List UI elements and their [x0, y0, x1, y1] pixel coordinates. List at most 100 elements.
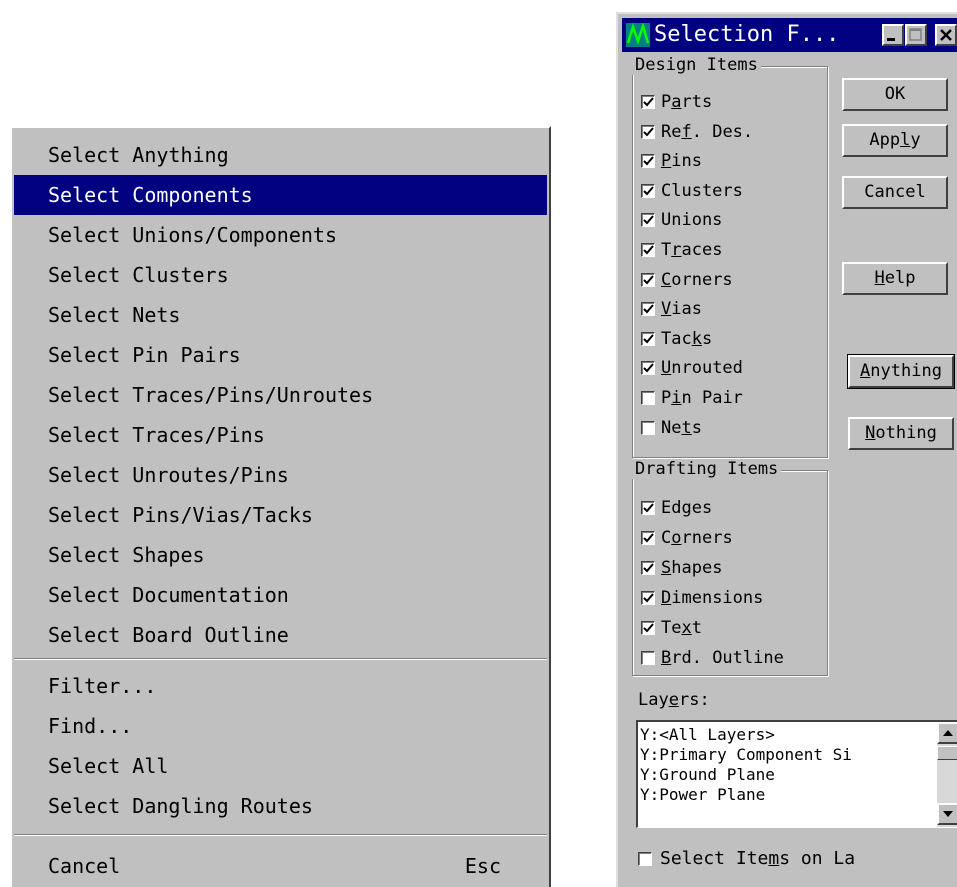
ok-button[interactable]: OK — [842, 78, 948, 111]
checkbox-label: Ref. Des. — [661, 121, 754, 142]
checkbox-label: Nets — [661, 417, 702, 438]
checkbox-label: Shapes — [661, 558, 723, 578]
menu-item-select-unroutes-pins[interactable]: Select Unroutes/Pins — [14, 455, 547, 495]
maximize-icon — [909, 28, 922, 41]
scroll-thumb[interactable] — [937, 746, 957, 760]
checkbox-label: Parts — [661, 92, 713, 112]
checkbox-box[interactable] — [638, 852, 652, 866]
menu-item-label: Select Board Outline — [48, 623, 289, 647]
checkbox-box[interactable] — [641, 243, 655, 257]
menu-item-label: Select Documentation — [48, 583, 289, 607]
arrow-down-icon — [943, 811, 953, 817]
layers-scrollbar[interactable] — [937, 722, 957, 827]
checkbox-label: Dimensions — [661, 588, 764, 608]
menu-item-label: Select All — [48, 754, 169, 778]
apply-button[interactable]: Apply — [842, 124, 948, 157]
checkbox-label: Vias — [661, 299, 702, 320]
menu-item-select-anything[interactable]: Select Anything — [14, 135, 547, 175]
anything-button[interactable]: Anything — [847, 354, 955, 389]
layer-list-item[interactable]: Y:<All Layers> — [640, 725, 775, 745]
close-button[interactable] — [935, 24, 957, 46]
menu-item-label: Select Traces/Pins — [48, 423, 265, 447]
checkbox-label: Pins — [661, 151, 702, 172]
menu-item-select-pin-pairs[interactable]: Select Pin Pairs — [14, 335, 547, 375]
menu-item-label: Filter... — [48, 674, 157, 698]
menu-item-select-traces-pins[interactable]: Select Traces/Pins — [14, 415, 547, 455]
nothing-button[interactable]: Nothing — [848, 417, 954, 450]
menu-item-select-unions-components[interactable]: Select Unions/Components — [14, 215, 547, 255]
checkmark-icon — [643, 304, 654, 314]
scroll-up-button[interactable] — [937, 722, 957, 744]
checkbox-box[interactable] — [641, 124, 655, 139]
checkbox-box[interactable] — [641, 561, 655, 575]
menu-item-select-all[interactable]: Select All — [14, 746, 547, 786]
scroll-down-button[interactable] — [937, 803, 957, 825]
checkbox-label: Pin Pair — [661, 388, 743, 408]
layers-listbox[interactable]: Y:<All Layers> Y:Primary Component Si Y:Gr… — [636, 720, 957, 828]
checkbox-box[interactable] — [641, 95, 655, 109]
checkmark-icon — [643, 126, 654, 137]
menu-item-filter[interactable]: Filter... — [14, 666, 547, 706]
selection-filter-dialog: Selection F... Design Items Parts Ref. De… — [616, 12, 957, 887]
menu-item-label: Select Anything — [48, 143, 229, 167]
checkmark-icon — [643, 593, 654, 603]
checkbox-box[interactable] — [641, 621, 655, 635]
menu-item-label: Select Clusters — [48, 263, 229, 287]
help-button[interactable]: Help — [842, 262, 948, 295]
menu-item-label: Select Components — [48, 183, 253, 207]
menu-item-select-dangling-routes[interactable]: Select Dangling Routes — [14, 786, 547, 826]
checkbox-box[interactable] — [641, 272, 655, 287]
menu-item-label: Select Dangling Routes — [48, 794, 313, 818]
checkmark-icon — [643, 533, 654, 543]
select-items-on-layer-label: Select Items on La — [660, 848, 856, 869]
minimize-button[interactable] — [882, 24, 904, 46]
menu-item-select-board-outline[interactable]: Select Board Outline — [14, 615, 547, 655]
checkbox-label: Traces — [661, 240, 723, 260]
maximize-button[interactable] — [905, 24, 927, 46]
layer-list-item[interactable]: Y:Primary Component Si — [640, 745, 852, 765]
menu-item-select-traces-pins-unroutes[interactable]: Select Traces/Pins/Unroutes — [14, 375, 547, 415]
menu-item-label: Find... — [48, 714, 133, 738]
menu-item-select-shapes[interactable]: Select Shapes — [14, 535, 547, 575]
checkbox-box[interactable] — [641, 591, 655, 605]
checkbox-box[interactable] — [641, 501, 655, 515]
checkbox-box[interactable] — [641, 361, 655, 376]
menu-item-select-components[interactable]: Select Components — [14, 175, 547, 215]
checkbox-label: Brd. Outline — [661, 648, 784, 668]
checkbox-box[interactable] — [641, 420, 655, 435]
design-items-group: Design Items Parts Ref. Des. Pins Clusters U… — [632, 55, 828, 458]
checkmark-icon — [643, 215, 654, 225]
menu-item-select-pins-vias-tacks[interactable]: Select Pins/Vias/Tacks — [14, 495, 547, 535]
checkmark-icon — [643, 503, 654, 513]
menu-item-select-nets[interactable]: Select Nets — [14, 295, 547, 335]
checkmark-icon — [643, 186, 654, 196]
checkmark-icon — [643, 363, 654, 373]
layer-list-item[interactable]: Y:Power Plane — [640, 785, 765, 805]
menu-item-label: Select Unroutes/Pins — [48, 463, 289, 487]
checkbox-box[interactable] — [641, 651, 655, 665]
checkmark-icon — [643, 563, 654, 573]
menu-item-select-documentation[interactable]: Select Documentation — [14, 575, 547, 615]
menu-item-select-clusters[interactable]: Select Clusters — [14, 255, 547, 295]
design-items-legend: Design Items — [632, 55, 761, 75]
dialog-title: Selection F... — [654, 22, 840, 47]
menu-item-label: Select Traces/Pins/Unroutes — [48, 383, 374, 407]
checkbox-box[interactable] — [641, 154, 655, 169]
layer-list-item[interactable]: Y:Ground Plane — [640, 765, 775, 785]
checkbox-label: Text — [661, 618, 702, 638]
checkbox-box[interactable] — [641, 302, 655, 317]
checkbox-box[interactable] — [641, 531, 655, 545]
menu-item-cancel[interactable]: Cancel Esc — [14, 846, 547, 886]
menu-item-find[interactable]: Find... — [14, 706, 547, 746]
checkbox-label: Corners — [661, 528, 733, 548]
checkbox-box[interactable] — [641, 391, 655, 405]
select-context-menu: Select Anything Select Components Select U… — [10, 126, 551, 887]
checkmark-icon — [643, 97, 654, 107]
menu-item-label: Select Pin Pairs — [48, 343, 241, 367]
checkbox-box[interactable] — [641, 183, 655, 198]
checkbox-box[interactable] — [641, 331, 655, 346]
dialog-title-bar[interactable]: Selection F... — [622, 18, 957, 52]
checkbox-box[interactable] — [641, 213, 655, 228]
cancel-button[interactable]: Cancel — [842, 176, 948, 209]
layers-label: Layers: — [638, 690, 710, 710]
